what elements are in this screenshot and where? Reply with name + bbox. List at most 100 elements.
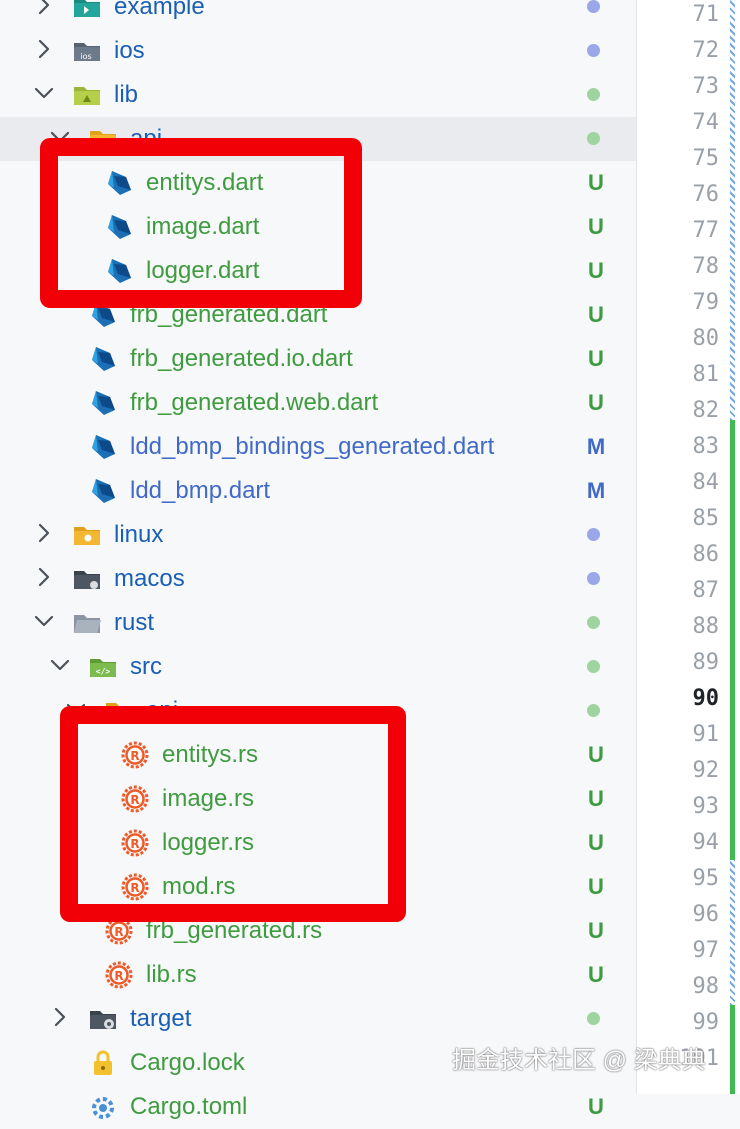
line-number: 81 [692, 362, 720, 387]
git-status-badge: U [588, 214, 604, 239]
watermark: 掘金技术社区 @ 梁典典 [452, 1047, 706, 1074]
tree-file-row[interactable]: ldd_bmp.dart M [0, 469, 636, 513]
line-number: 77 [692, 218, 720, 243]
tree-file-row[interactable]: frb_generated.web.dart U [0, 381, 636, 425]
tree-folder-row[interactable]: linux [0, 513, 636, 557]
tree-item-label: target [130, 1005, 192, 1032]
dart-icon [88, 476, 118, 506]
folder-target-icon [88, 1004, 118, 1034]
line-number: 91 [692, 722, 720, 747]
tree-folder-row[interactable]: example [0, 0, 636, 29]
line-number: 83 [692, 434, 720, 459]
line-number: 84 [692, 470, 720, 495]
tree-item-label: lib.rs [146, 961, 197, 988]
line-number: 85 [692, 506, 720, 531]
git-added-marker [730, 1005, 735, 1094]
tree-file-row[interactable]: frb_generated.io.dart U [0, 337, 636, 381]
git-status-dot [587, 44, 600, 57]
git-modified-marker [730, 0, 735, 420]
folder-example-icon [72, 0, 102, 22]
highlight-box [60, 706, 406, 922]
tree-folder-row[interactable]: rust [0, 601, 636, 645]
tree-chevron[interactable] [32, 0, 56, 29]
tree-folder-row[interactable]: target [0, 997, 636, 1041]
tree-item-label: frb_generated.web.dart [130, 389, 379, 416]
line-number: 99 [692, 1010, 720, 1035]
git-status-badge: U [588, 346, 604, 371]
tree-item-label: lib [114, 81, 139, 108]
git-status-dot [587, 88, 600, 101]
git-status-badge: U [588, 830, 604, 855]
tree-chevron[interactable] [32, 601, 56, 645]
tree-folder-row[interactable]: lib [0, 73, 636, 117]
tree-file-row[interactable]: Rlib.rs U [0, 953, 636, 997]
tree-chevron[interactable] [32, 29, 56, 73]
tree-item-label: Cargo.lock [130, 1049, 245, 1076]
folder-lib-icon [72, 80, 102, 110]
tree-folder-row[interactable]: macos [0, 557, 636, 601]
tree-folder-row[interactable]: ios ios [0, 29, 636, 73]
line-number: 87 [692, 578, 720, 603]
line-number: 82 [692, 398, 720, 423]
git-status-badge: U [588, 962, 604, 987]
line-number: 96 [692, 902, 720, 927]
git-status-badge: M [586, 478, 606, 503]
git-status-badge: U [588, 918, 604, 943]
chevron-right-icon[interactable] [32, 521, 56, 550]
git-status-dot [587, 132, 600, 145]
chevron-down-icon[interactable] [32, 609, 56, 638]
line-number: 71 [692, 2, 720, 27]
svg-text:R: R [114, 969, 123, 983]
tree-item-label: example [114, 0, 205, 20]
line-number: 72 [692, 38, 720, 63]
tree-chevron[interactable] [32, 513, 56, 557]
git-status-dot [587, 660, 600, 673]
folder-rust-icon [72, 608, 102, 638]
git-status-dot [587, 528, 600, 541]
line-number: 97 [692, 938, 720, 963]
gear-icon [88, 1092, 118, 1122]
line-number: 79 [692, 290, 720, 315]
line-number: 78 [692, 254, 720, 279]
dart-icon [88, 432, 118, 462]
folder-src-icon: </> [88, 652, 118, 682]
git-status-dot [587, 0, 600, 13]
chevron-down-icon[interactable] [48, 653, 72, 682]
tree-item-label: ldd_bmp.dart [130, 477, 271, 504]
git-status-badge: U [588, 170, 604, 195]
line-number: 80 [692, 326, 720, 351]
line-number: 89 [692, 650, 720, 675]
tree-chevron[interactable] [32, 557, 56, 601]
svg-text:ios: ios [80, 52, 91, 61]
git-status-badge: U [588, 302, 604, 327]
dart-icon [88, 344, 118, 374]
git-status-badge: U [588, 1094, 604, 1119]
line-number: 86 [692, 542, 720, 567]
tree-file-row[interactable]: Cargo.toml U [0, 1085, 636, 1129]
tree-item-label: rust [114, 609, 155, 636]
git-status-badge: U [588, 874, 604, 899]
tree-chevron[interactable] [48, 997, 72, 1041]
line-number: 75 [692, 146, 720, 171]
line-number: 88 [692, 614, 720, 639]
tree-folder-row[interactable]: </> src [0, 645, 636, 689]
tree-item-label: src [130, 653, 162, 680]
chevron-down-icon[interactable] [32, 81, 56, 110]
tree-chevron[interactable] [48, 645, 72, 689]
chevron-right-icon[interactable] [32, 37, 56, 66]
line-number: 76 [692, 182, 720, 207]
folder-ios-icon: ios [72, 36, 102, 66]
tree-chevron[interactable] [32, 73, 56, 117]
git-added-marker [730, 420, 735, 860]
chevron-right-icon[interactable] [48, 1005, 72, 1034]
git-status-badge: U [588, 390, 604, 415]
svg-text:R: R [114, 925, 123, 939]
git-status-badge: M [586, 434, 606, 459]
line-number: 93 [692, 794, 720, 819]
chevron-right-icon[interactable] [32, 565, 56, 594]
chevron-right-icon[interactable] [32, 0, 56, 22]
tree-file-row[interactable]: ldd_bmp_bindings_generated.dart M [0, 425, 636, 469]
svg-text:</>: </> [96, 667, 111, 676]
tree-item-label: ldd_bmp_bindings_generated.dart [130, 433, 495, 460]
tree-item-label: frb_generated.io.dart [130, 345, 353, 372]
